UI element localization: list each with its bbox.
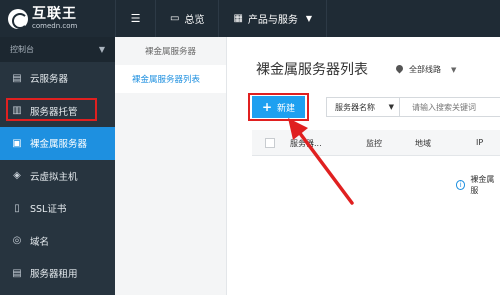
plus-icon: + — [261, 100, 273, 114]
secondary-panel: 裸金属服务器 裸金属服务器列表 — [115, 37, 227, 295]
sidebar-item-label: SSL证书 — [30, 204, 67, 216]
caret-down-icon: ▼ — [451, 65, 457, 74]
sidebar-item-label: 云虚拟主机 — [30, 171, 78, 183]
search-field-select[interactable]: 服务器名称 ▼ — [326, 97, 400, 117]
empty-state-message: i 裸金属服 — [456, 174, 500, 196]
region-selector[interactable]: 全部线路 ▼ — [396, 64, 456, 75]
column-header-ip[interactable]: IP — [476, 138, 483, 147]
sidebar-item-server-rent[interactable]: ▤ 服务器租用 — [0, 257, 115, 290]
sidebar-item-virtual-host[interactable]: ◈ 云虚拟主机 — [0, 160, 115, 193]
sidebar-header-label: 控制台 — [10, 45, 34, 54]
column-header-monitor[interactable]: 监控 — [366, 138, 382, 149]
sidebar: 控制台 ▼ ▤ 云服务器 ▥ 服务器托管 ▣ 裸金属服务器 ◈ 云虚拟主机 ▯ … — [0, 37, 115, 295]
highlight-box-sidebar — [6, 98, 97, 121]
grid-icon: ▦ — [233, 13, 243, 24]
sidebar-item-label: 裸金属服务器 — [30, 139, 88, 151]
location-pin-icon — [396, 65, 403, 74]
info-icon: i — [456, 180, 466, 190]
caret-down-icon: ▼ — [305, 14, 313, 23]
column-header-region[interactable]: 地域 — [415, 138, 431, 149]
server-icon: ▤ — [12, 72, 22, 84]
brand-logo[interactable]: 互联王 comedn.com — [0, 0, 115, 37]
page-title: 裸金属服务器列表 — [256, 62, 368, 78]
nav-item-label: 总览 — [184, 15, 205, 26]
baremetal-icon: ▣ — [12, 137, 22, 149]
certificate-icon: ▯ — [14, 202, 20, 214]
nav-item-products[interactable]: ▦ 产品与服务 ▼ — [219, 0, 328, 37]
globe-icon: ◎ — [12, 235, 22, 247]
empty-state-text: 裸金属服 — [470, 175, 495, 195]
column-header-server[interactable]: 服务器... — [290, 138, 322, 149]
cube-icon: ◈ — [13, 170, 21, 182]
menu-icon: ☰ — [130, 12, 141, 25]
secondary-panel-title: 裸金属服务器 — [144, 47, 196, 57]
sidebar-item-domain[interactable]: ◎ 域名 — [0, 225, 115, 258]
brand-logo-icon — [8, 8, 28, 29]
search-input[interactable] — [400, 97, 500, 117]
secondary-item-baremetal-list[interactable]: 裸金属服务器列表 — [115, 65, 226, 93]
sidebar-header[interactable]: 控制台 ▼ — [0, 37, 115, 62]
monitor-icon: ▭ — [170, 13, 180, 24]
nav-item-label: 产品与服务 — [247, 15, 298, 26]
sidebar-item-baremetal[interactable]: ▣ 裸金属服务器 — [0, 127, 115, 160]
sidebar-item-cloud-server[interactable]: ▤ 云服务器 — [0, 62, 115, 95]
new-button-label: 新建 — [277, 103, 296, 114]
sidebar-item-label: 服务器租用 — [30, 269, 78, 281]
server-rent-icon: ▤ — [12, 267, 22, 279]
new-button[interactable]: + 新建 — [252, 96, 305, 118]
menu-toggle-button[interactable]: ☰ — [115, 0, 156, 37]
nav-item-overview[interactable]: ▭ 总览 — [156, 0, 220, 37]
top-navigation-bar: 互联王 comedn.com ☰ ▭ 总览 ▦ 产品与服务 ▼ — [0, 0, 500, 37]
region-label: 全部线路 — [409, 65, 441, 74]
sidebar-item-label: 云服务器 — [30, 74, 69, 86]
search-field-select-value: 服务器名称 — [335, 102, 375, 112]
caret-down-icon: ▼ — [98, 45, 105, 54]
brand-name: 互联王 — [32, 6, 77, 22]
brand-domain: comedn.com — [32, 22, 78, 30]
main-content: 裸金属服务器列表 全部线路 ▼ + 新建 服务器名称 ▼ 服务器... 监控 地… — [228, 37, 500, 295]
select-all-checkbox[interactable] — [265, 138, 275, 148]
sidebar-item-ssl[interactable]: ▯ SSL证书 — [0, 192, 115, 225]
sidebar-item-label: 域名 — [30, 236, 50, 248]
caret-down-icon: ▼ — [388, 103, 394, 111]
table-header: 服务器... 监控 地域 IP — [252, 130, 500, 156]
